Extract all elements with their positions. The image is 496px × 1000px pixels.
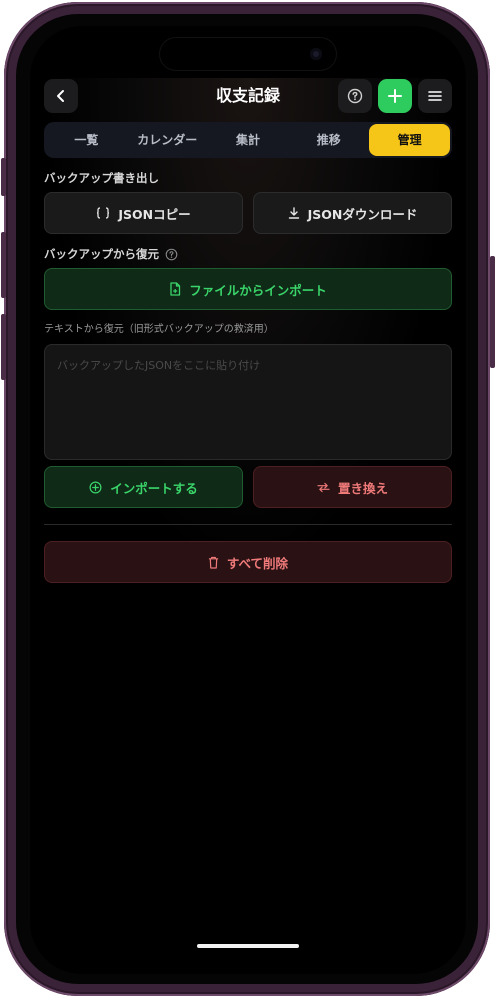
tab-list[interactable]: 一覧 [46,124,127,156]
import-label: インポートする [110,480,198,496]
download-json-button[interactable]: JSONダウンロード [253,192,452,234]
import-file-label: ファイルからインポート [189,282,327,298]
home-indicator[interactable] [197,944,299,948]
tab-summary[interactable]: 集計 [208,124,289,156]
hamburger-menu-icon [428,91,442,101]
file-icon [170,282,181,296]
tab-trend[interactable]: 推移 [288,124,369,156]
restore-label-text: バックアップから復元 [44,247,159,261]
app-content: 収支記録 一覧 カレンダー 集計 推移 管理 バックアップ書き出し JSONコピ… [44,78,452,583]
download-json-label: JSONダウンロード [307,206,418,222]
divider [44,524,452,525]
camera-icon [310,48,322,60]
delete-all-button[interactable]: すべて削除 [44,541,452,583]
import-button[interactable]: インポートする [44,466,243,508]
backup-export-label: バックアップ書き出し [44,171,159,185]
import-file-button[interactable]: ファイルからインポート [44,268,452,310]
swap-arrows-icon [317,482,330,492]
trash-icon [208,556,219,569]
delete-all-label: すべて削除 [226,555,289,571]
braces-icon [97,207,110,219]
question-circle-icon [347,88,363,104]
replace-label: 置き換え [337,480,388,496]
plus-circle-icon [89,481,102,493]
power-button [490,256,495,368]
restore-label: バックアップから復元 [44,246,452,262]
tab-calendar[interactable]: カレンダー [127,124,208,156]
copy-json-button[interactable]: JSONコピー [44,192,243,234]
volume-down-button [1,314,6,380]
add-button[interactable] [378,79,412,113]
copy-json-label: JSONコピー [118,206,191,222]
text-restore-label: テキストから復元（旧形式バックアップの救済用） [44,324,274,335]
action-button [1,158,6,196]
volume-up-button [1,232,6,298]
tab-manage[interactable]: 管理 [369,124,450,156]
download-icon [288,207,299,219]
json-paste-textarea[interactable]: バックアップしたJSONをここに貼り付け [44,344,452,460]
tab-bar: 一覧 カレンダー 集計 推移 管理 [44,122,452,158]
header: 収支記録 [44,78,452,114]
screen: 収支記録 一覧 カレンダー 集計 推移 管理 バックアップ書き出し JSONコピ… [30,26,466,974]
dynamic-island [160,38,336,70]
menu-button[interactable] [418,79,452,113]
replace-button[interactable]: 置き換え [253,466,452,508]
help-button[interactable] [338,79,372,113]
plus-icon [388,89,402,103]
help-circle-icon[interactable] [165,248,178,261]
